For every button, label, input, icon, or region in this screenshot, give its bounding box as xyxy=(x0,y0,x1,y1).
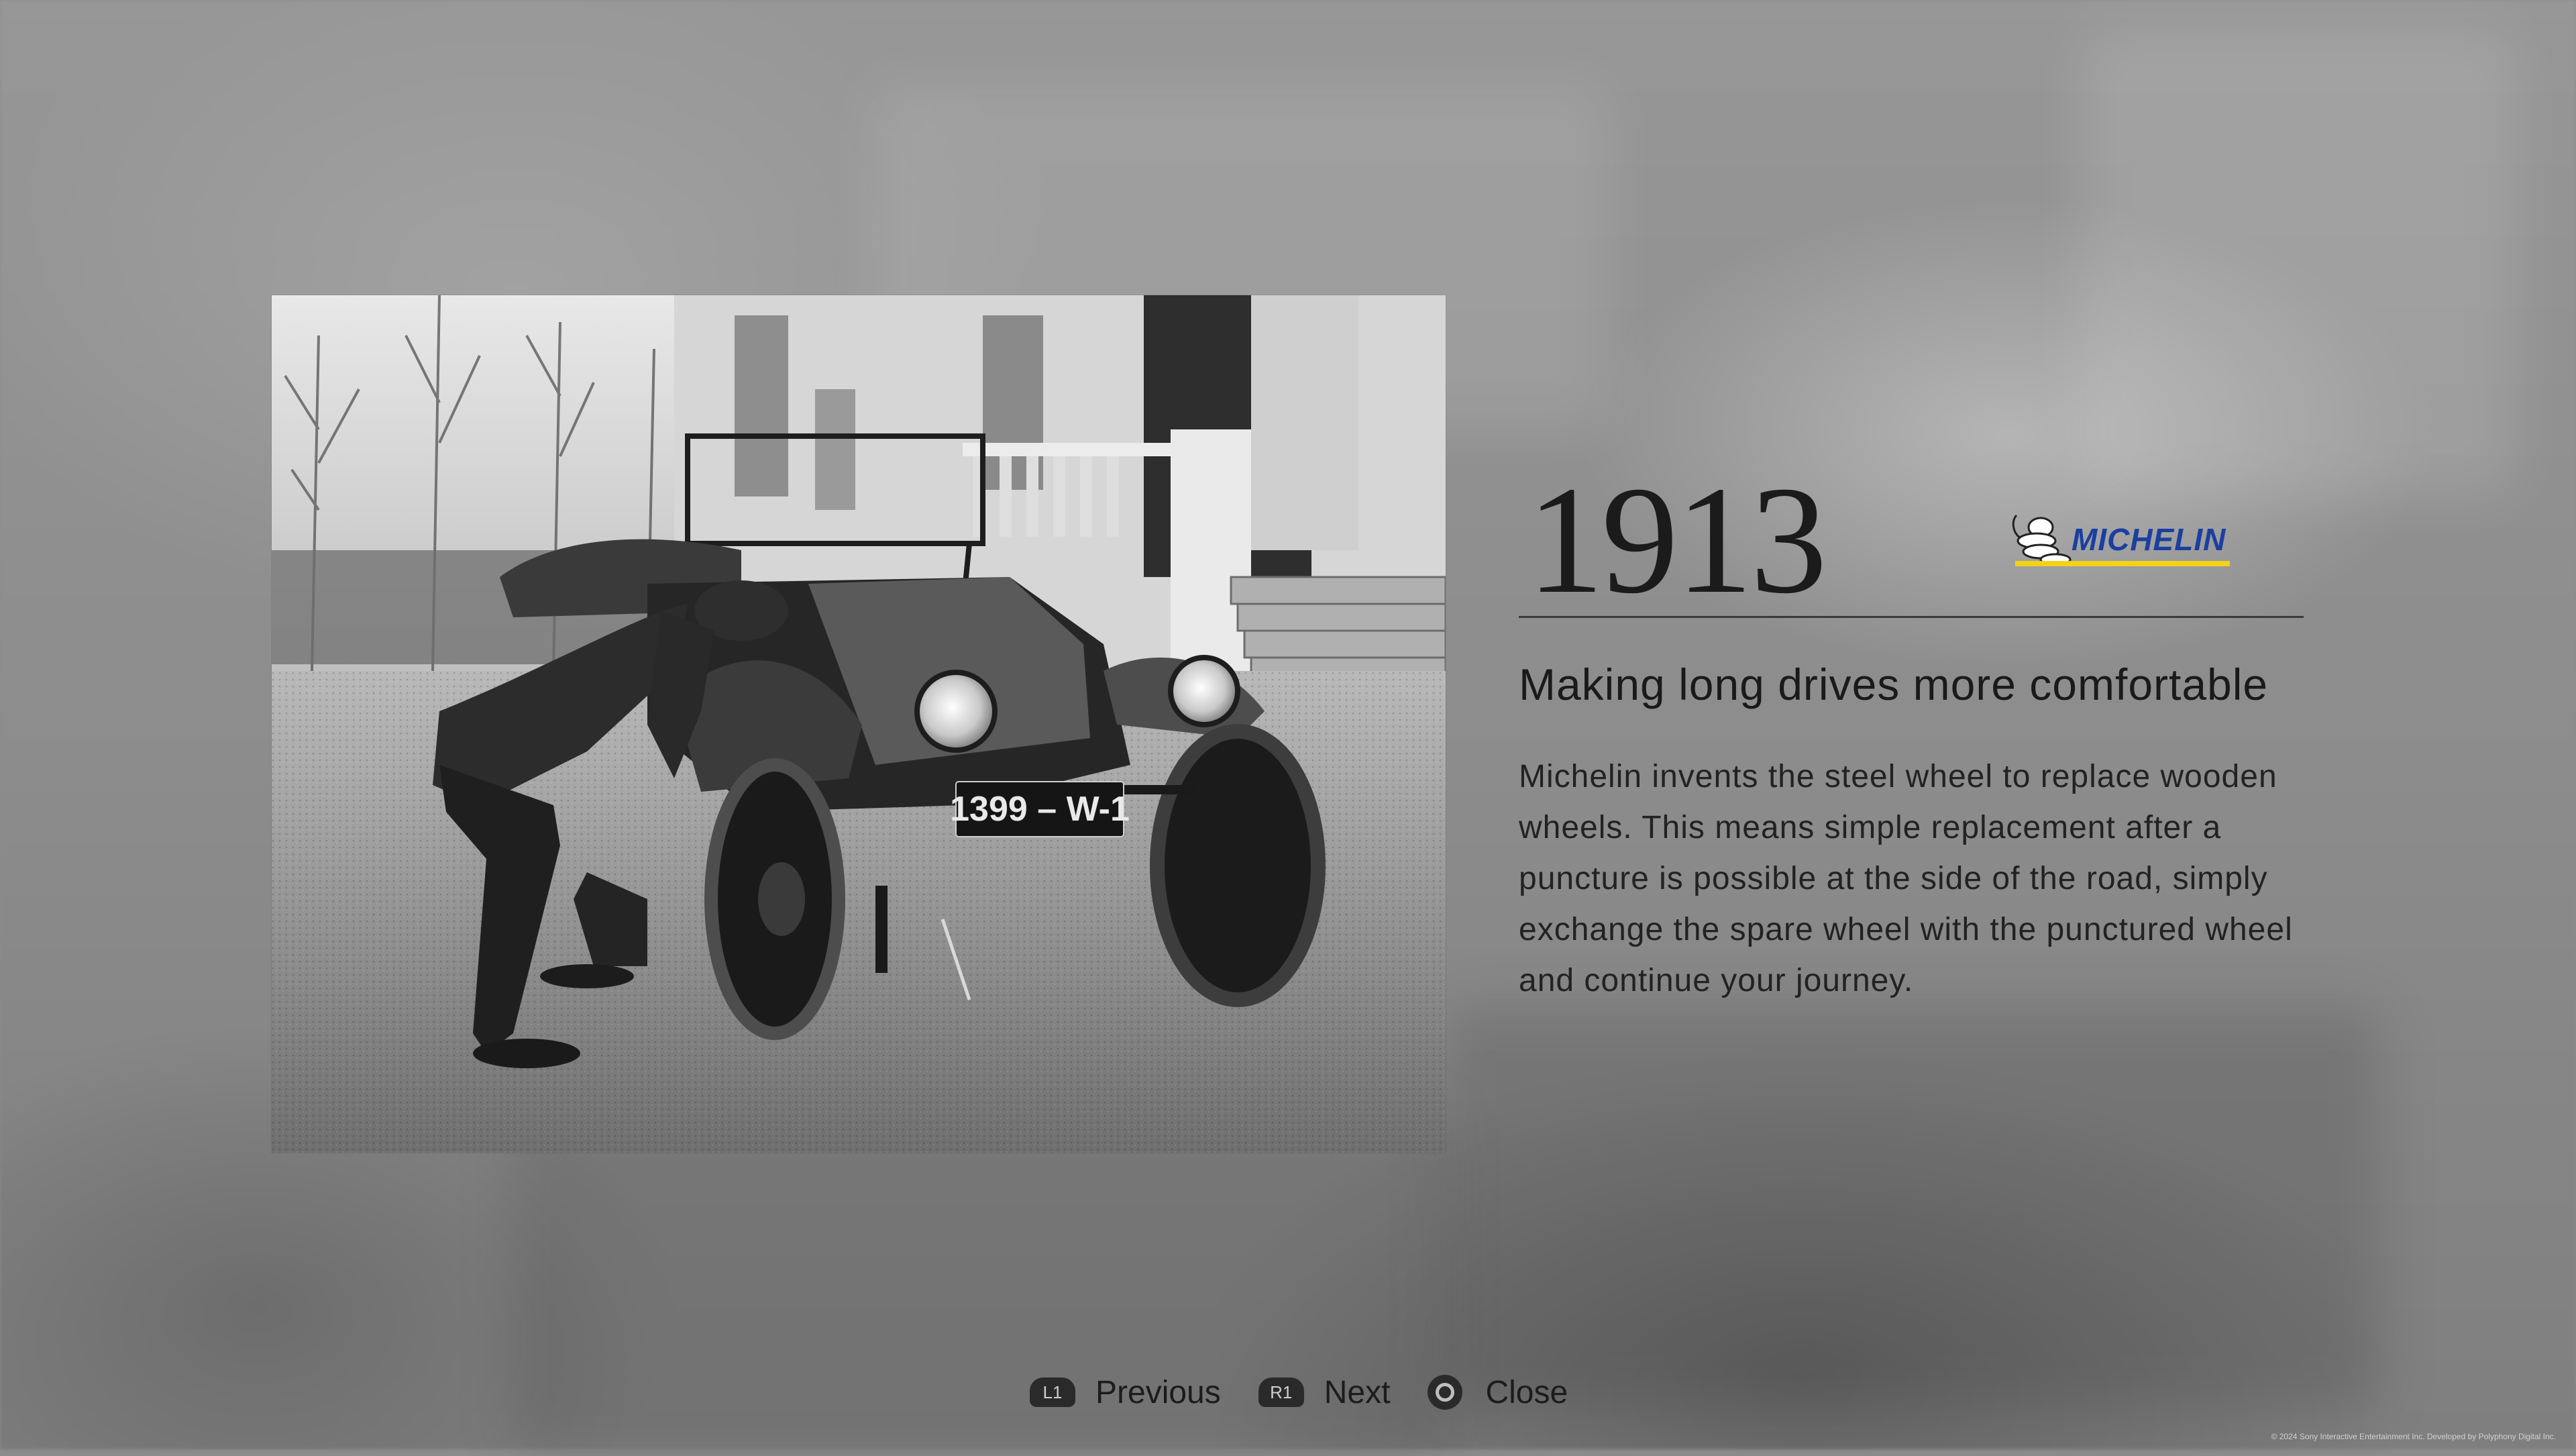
photo-window xyxy=(735,315,788,497)
title-divider xyxy=(1519,616,2304,618)
photo-illustration: 1399 – W-1 xyxy=(272,295,1446,1153)
history-body-text: Michelin invents the steel wheel to repl… xyxy=(1519,759,2293,998)
year-title: 1913 xyxy=(1527,454,1827,625)
footer-controls: L1 Previous R1 Next Close xyxy=(1030,1369,1605,1416)
circle-button-icon xyxy=(1428,1375,1463,1410)
michelin-bibendum-icon: MICHELIN xyxy=(2012,514,2230,566)
r1-button-icon: R1 xyxy=(1258,1377,1304,1407)
copyright-text: © 2024 Sony Interactive Entertainment In… xyxy=(2271,1432,2556,1441)
background-blur-shape xyxy=(2080,27,2516,497)
photo-balustrade xyxy=(963,443,1177,456)
history-headline: Making long drives more comfortable xyxy=(1519,660,2269,709)
photo-pillar xyxy=(1171,429,1251,671)
circle-button-ring xyxy=(1436,1383,1455,1402)
brand-yellow-bar xyxy=(2015,561,2230,566)
next-button[interactable]: R1 Next xyxy=(1258,1374,1391,1411)
close-button[interactable]: Close xyxy=(1428,1374,1568,1411)
photo-column xyxy=(1251,295,1358,550)
historical-photo: 1399 – W-1 xyxy=(272,295,1446,1153)
previous-label: Previous xyxy=(1095,1374,1221,1410)
close-label: Close xyxy=(1485,1374,1568,1410)
michelin-logo: MICHELIN xyxy=(2002,509,2257,569)
previous-button[interactable]: L1 Previous xyxy=(1030,1374,1221,1411)
photo-window xyxy=(815,389,855,510)
michelin-wordmark: MICHELIN xyxy=(2072,522,2226,557)
background-blur-shape xyxy=(1442,1006,2381,1409)
license-plate-text: 1399 – W-1 xyxy=(950,790,1130,829)
next-label: Next xyxy=(1324,1374,1391,1410)
l1-button-icon: L1 xyxy=(1030,1377,1075,1407)
